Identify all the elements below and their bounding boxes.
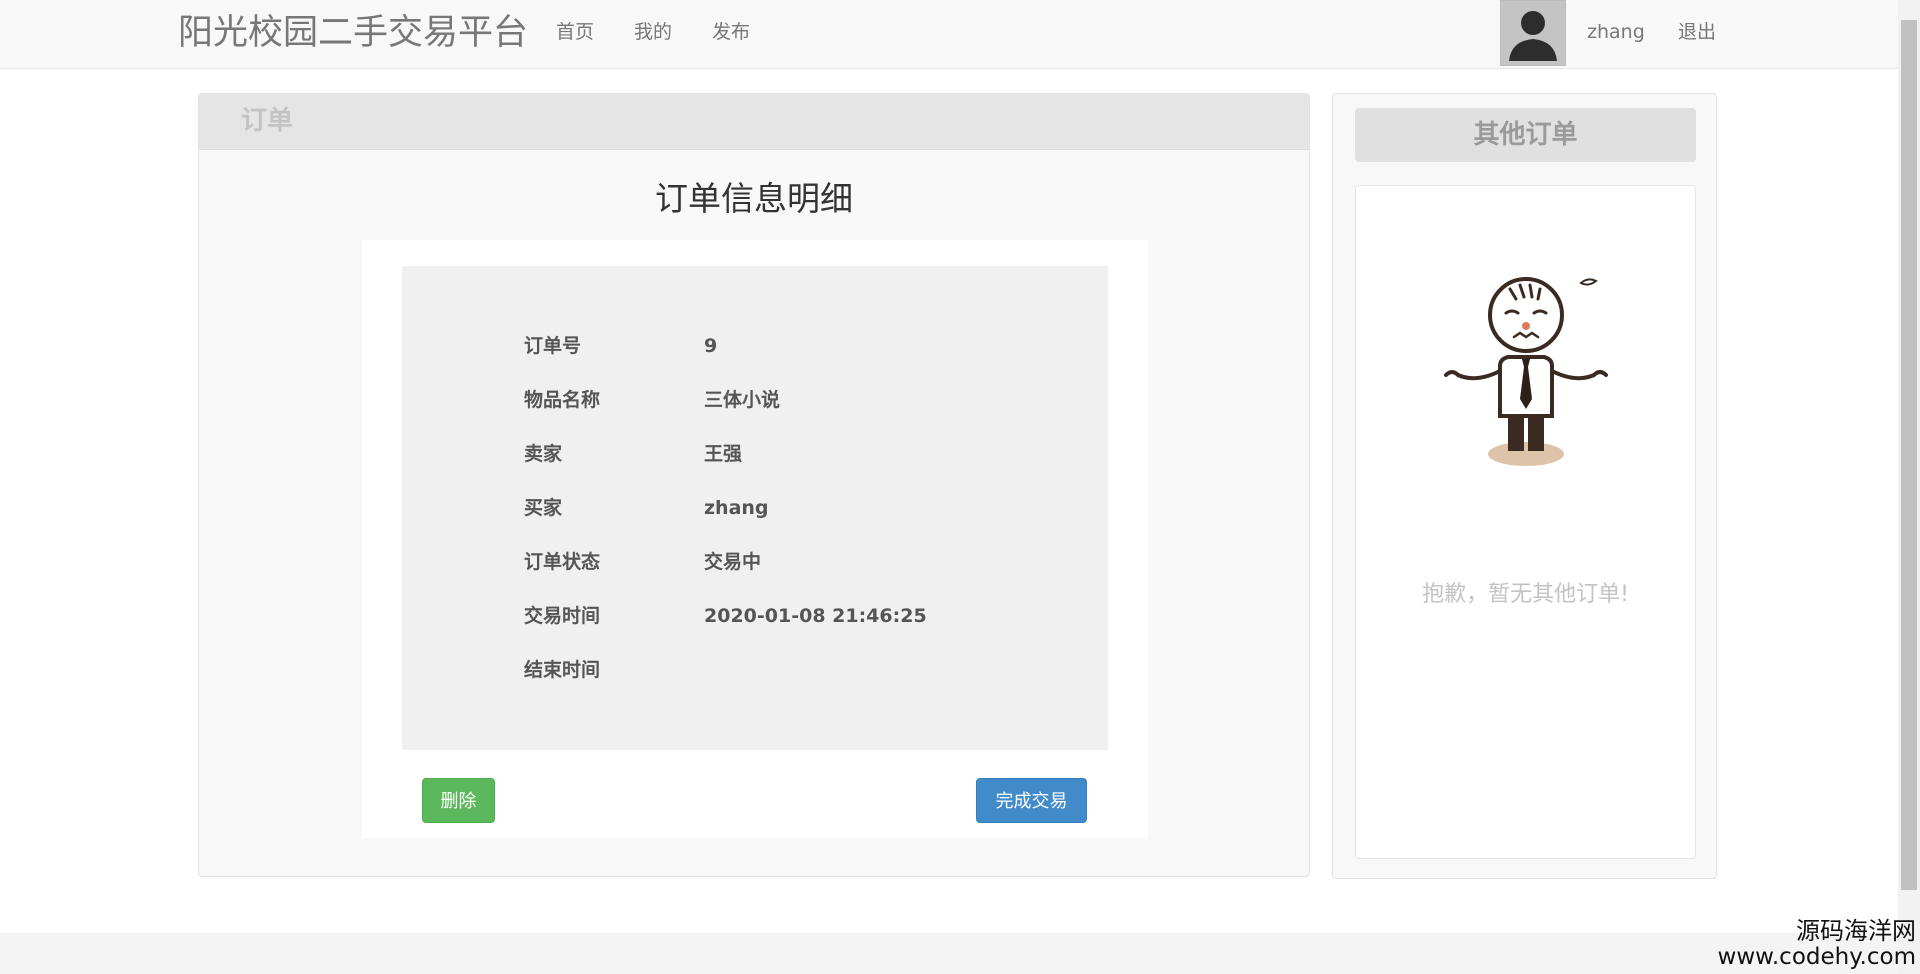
scrollbar-thumb[interactable] [1901,20,1917,890]
delete-button[interactable]: 删除 [422,778,495,823]
trade-time-value: 2020-01-08 21:46:25 [704,605,927,627]
user-silhouette-icon [1501,1,1565,65]
buyer-value: zhang [704,497,769,519]
trade-time-label: 交易时间 [524,605,601,627]
order-detail-title: 订单信息明细 [655,179,853,218]
order-panel: 订单 订单信息明细 订单号 9 物品名称 三体小说 卖家 王强 买家 zhang… [198,93,1310,877]
username-link[interactable]: zhang [1587,20,1645,44]
site-brand[interactable]: 阳光校园二手交易平台 [178,12,528,54]
order-id-value: 9 [704,335,718,357]
seller-value: 王强 [704,443,743,465]
order-id-label: 订单号 [524,335,582,357]
order-status-value: 交易中 [704,551,762,573]
footer [0,933,1898,974]
top-navbar: 阳光校园二手交易平台 首页 我的 发布 zhang 退出 [0,0,1898,69]
seller-label: 卖家 [524,443,563,465]
item-name-label: 物品名称 [524,389,601,411]
watermark: 源码海洋网 www.codehy.com [1718,918,1916,970]
order-panel-title: 订单 [241,106,294,136]
other-orders-title: 其他订单 [1355,108,1696,162]
end-time-label: 结束时间 [524,659,601,681]
empty-orders-message: 抱歉，暂无其他订单! [1422,582,1629,607]
other-orders-body: 抱歉，暂无其他订单! [1355,185,1696,859]
order-info-box: 订单号 9 物品名称 三体小说 卖家 王强 买家 zhang 订单状态 交易中 … [402,266,1108,750]
order-status-label: 订单状态 [524,551,601,573]
nav-publish-link[interactable]: 发布 [712,20,750,44]
nav-home-link[interactable]: 首页 [556,20,594,44]
nav-mine-link[interactable]: 我的 [634,20,672,44]
page-scrollbar[interactable] [1898,0,1920,974]
logout-link[interactable]: 退出 [1678,20,1716,44]
other-orders-panel: 其他订单 抱歉，暂无其他订单! [1332,93,1717,879]
order-detail-card: 订单号 9 物品名称 三体小说 卖家 王强 买家 zhang 订单状态 交易中 … [362,240,1148,838]
watermark-line-1: 源码海洋网 [1796,917,1916,945]
order-panel-header [199,94,1309,150]
confused-person-illustration [1444,277,1608,466]
item-name-value: 三体小说 [704,389,781,411]
watermark-line-2: www.codehy.com [1717,944,1916,970]
complete-trade-button[interactable]: 完成交易 [976,778,1087,823]
buyer-label: 买家 [524,497,563,519]
user-avatar[interactable] [1500,0,1566,66]
